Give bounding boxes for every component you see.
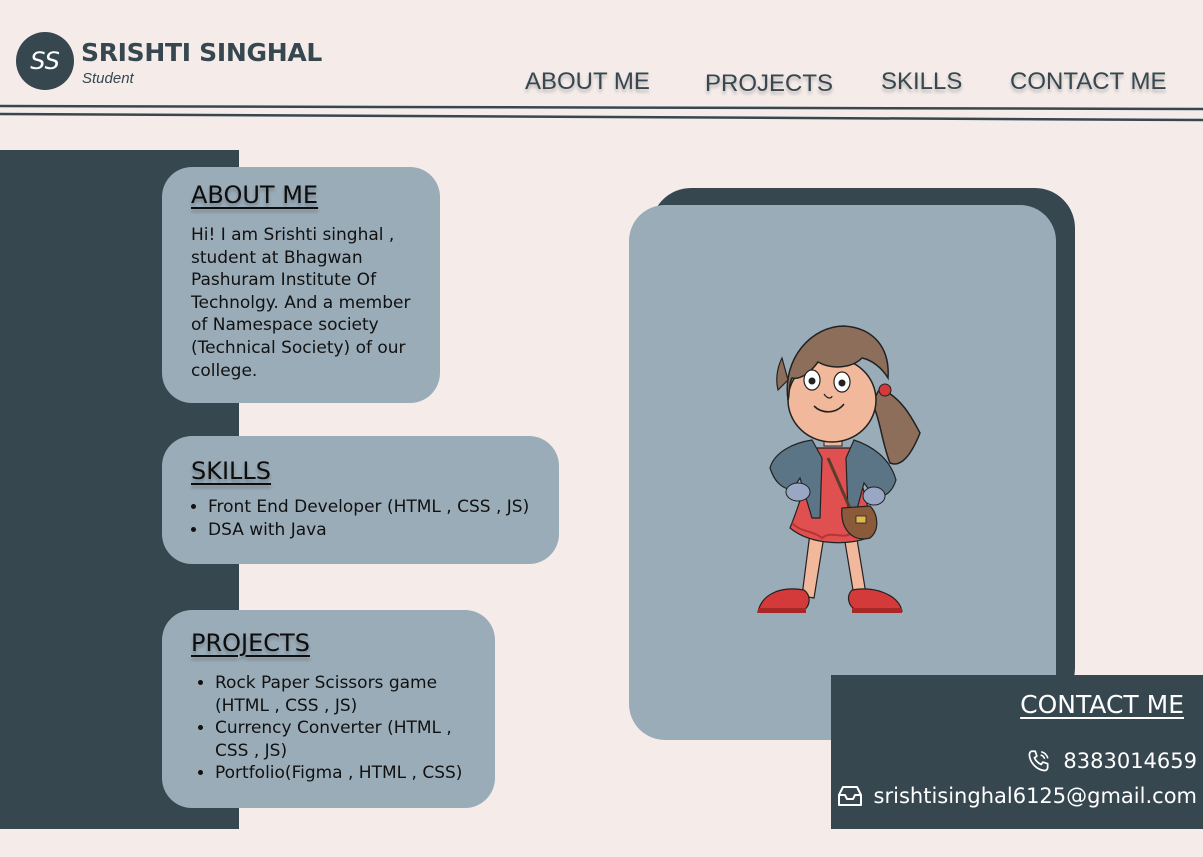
about-title: ABOUT ME — [191, 181, 319, 209]
projects-list: Rock Paper Scissors game (HTML , CSS , J… — [191, 672, 481, 785]
about-text: Hi! I am Srishti singhal , student at Bh… — [191, 225, 411, 381]
nav-projects[interactable]: PROJECTS — [705, 70, 833, 98]
contact-email[interactable]: srishtisinghal6125@gmail.com — [874, 784, 1197, 808]
list-item: Front End Developer (HTML , CSS , JS) — [208, 496, 549, 519]
phone-icon — [1026, 748, 1052, 774]
list-item: DSA with Java — [208, 519, 549, 542]
logo-avatar[interactable]: SS — [16, 32, 74, 90]
nav-about-me[interactable]: ABOUT ME — [525, 68, 650, 96]
skills-list: Front End Developer (HTML , CSS , JS) DS… — [191, 496, 549, 541]
contact-email-row[interactable]: srishtisinghal6125@gmail.com — [837, 784, 1197, 808]
nav-contact-me[interactable]: CONTACT ME — [1010, 68, 1166, 96]
projects-title: PROJECTS — [191, 629, 310, 657]
list-item: Rock Paper Scissors game (HTML , CSS , J… — [215, 672, 481, 717]
nav-skills[interactable]: SKILLS — [881, 68, 962, 96]
skills-title: SKILLS — [191, 457, 272, 485]
contact-phone-row[interactable]: 8383014659 — [1026, 748, 1197, 774]
inbox-icon — [837, 785, 863, 807]
list-item: Currency Converter (HTML , CSS , JS) — [215, 717, 481, 762]
site-name: SRISHTI SINGHAL — [81, 38, 322, 67]
skills-card: SKILLS Front End Developer (HTML , CSS ,… — [162, 436, 559, 564]
list-item: Portfolio(Figma , HTML , CSS) — [215, 762, 481, 785]
header-divider — [0, 104, 1203, 122]
contact-box: CONTACT ME 8383014659 srishtisinghal6125… — [831, 675, 1203, 829]
about-card: ABOUT ME Hi! I am Srishti singhal , stud… — [162, 167, 440, 403]
projects-card: PROJECTS Rock Paper Scissors game (HTML … — [162, 610, 495, 808]
contact-phone[interactable]: 8383014659 — [1063, 749, 1197, 773]
site-subtitle: Student — [82, 70, 134, 87]
contact-title: CONTACT ME — [1020, 690, 1184, 719]
cartoon-girl-illustration — [757, 325, 921, 613]
